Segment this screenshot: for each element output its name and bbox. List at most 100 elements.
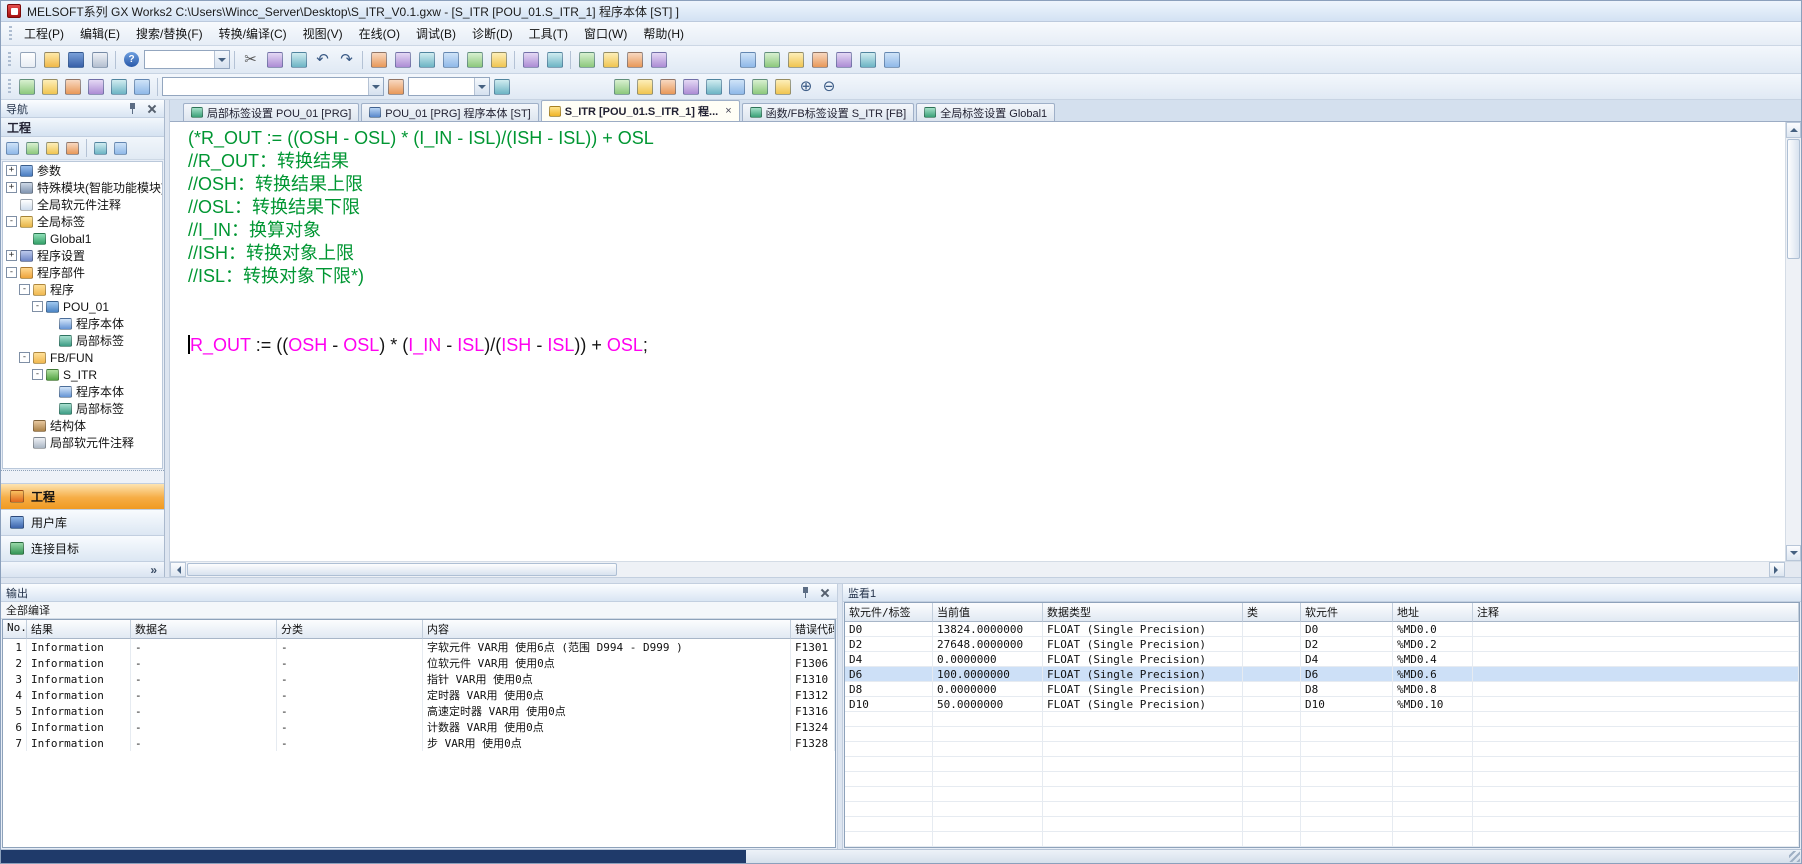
watch-stop-icon[interactable] [749,77,771,97]
tree-sort-icon[interactable] [23,139,42,158]
navigation-more-button[interactable]: » [1,561,164,577]
tree-item-pou[interactable]: -程序部件 [3,264,162,281]
bottom-splitter[interactable] [1,577,1801,584]
horizontal-scroll-track[interactable] [618,562,1769,577]
st-code-editor[interactable]: (*R_OUT := ((OSH - OSL) * (I_IN - ISL)/(… [170,122,1785,561]
nav-view-project[interactable]: 工程 [1,483,164,509]
watch-row[interactable]: D80.0000000FLOAT (Single Precision)D8%MD… [845,682,1799,697]
ladder-close-contact-icon[interactable] [391,49,414,71]
display-lock-icon[interactable] [772,77,794,97]
menu-view[interactable]: 视图(V) [295,22,351,45]
connection-window-icon[interactable] [62,77,84,97]
scroll-right-icon[interactable] [1769,562,1785,577]
plc-write-icon[interactable] [599,49,622,71]
cross-reference-window-icon[interactable] [108,77,130,97]
jump-icon[interactable] [491,77,513,97]
paste-icon[interactable] [287,49,310,71]
output-row[interactable]: 3Information--指针 VAR用 使用0点F1310 [3,671,835,687]
inline-st-icon[interactable] [832,49,855,71]
tree-refresh-icon[interactable] [63,139,82,158]
output-row[interactable]: 2Information--位软元件 VAR用 使用0点F1306 [3,655,835,671]
menu-help[interactable]: 帮助(H) [635,22,692,45]
tree-item-fbfun-folder[interactable]: -FB/FUN [3,349,162,366]
device-comment-display-icon[interactable] [784,49,807,71]
resize-grip-icon[interactable] [1789,851,1800,862]
horizontal-scroll-thumb[interactable] [187,563,617,576]
tree-item-sitr-local-label[interactable]: 局部标签 [3,400,162,417]
device-memory-icon[interactable] [519,49,542,71]
monitor-start-icon[interactable] [680,77,702,97]
output-column-header[interactable]: 结果 [27,620,131,639]
expand-icon[interactable]: + [6,182,17,193]
plc-read-icon[interactable] [575,49,598,71]
scroll-up-icon[interactable] [1786,122,1801,138]
label-editor-icon[interactable] [808,49,831,71]
tree-data-security-icon[interactable] [43,139,62,158]
vertical-scroll-thumb[interactable] [1787,139,1800,259]
output-column-header[interactable]: 内容 [423,620,791,639]
output-row[interactable]: 5Information--高速定时器 VAR用 使用0点F1316 [3,703,835,719]
output-row[interactable]: 7Information--步 VAR用 使用0点F1328 [3,735,835,751]
quick-access-combobox[interactable] [144,50,230,69]
editor-tab-0[interactable]: 局部标签设置 POU_01 [PRG] [183,103,359,121]
new-project-icon[interactable] [16,49,39,71]
menu-convert-compile[interactable]: 转换/编译(C) [211,22,295,45]
chevron-down-icon[interactable] [368,78,383,95]
device-display-mode-icon[interactable] [634,77,656,97]
read-mode-icon[interactable] [856,49,879,71]
close-icon[interactable] [144,102,159,116]
project-tree[interactable]: +参数+特殊模块(智能功能模块)全局软元件注释-全局标签Global1+程序设置… [2,161,163,469]
print-icon[interactable] [88,49,111,71]
tree-item-program-folder[interactable]: -程序 [3,281,162,298]
tree-item-s-itr[interactable]: -S_ITR [3,366,162,383]
editor-horizontal-scrollbar[interactable] [170,561,1801,577]
help-icon[interactable]: ? [120,49,143,71]
close-icon[interactable]: × [725,105,731,117]
ladder-vertical-line-icon[interactable] [487,49,510,71]
output-column-header[interactable]: 数据名 [131,620,277,639]
menu-debug[interactable]: 调试(B) [408,22,464,45]
find-device-icon[interactable] [385,77,407,97]
editor-tab-1[interactable]: POU_01 [PRG] 程序本体 [ST] [361,103,538,121]
watch-row[interactable]: D013824.0000000FLOAT (Single Precision)D… [845,622,1799,637]
note-display-icon[interactable] [760,49,783,71]
editor-tab-2[interactable]: S_ITR [POU_01.S_ITR_1] 程...× [541,100,740,121]
device-search-combobox[interactable] [162,77,384,96]
close-icon[interactable] [817,586,832,600]
redo-icon[interactable]: ↷ [335,49,358,71]
vertical-scroll-track[interactable] [1786,260,1801,545]
ladder-horizontal-line-icon[interactable] [463,49,486,71]
menu-project[interactable]: 工程(P) [16,22,72,45]
menu-find-replace[interactable]: 搜索/替换(F) [128,22,211,45]
watch-column-header[interactable]: 类 [1243,603,1301,622]
watch-column-header[interactable]: 注释 [1473,603,1799,622]
expand-icon[interactable]: + [6,250,17,261]
user-library-window-icon[interactable] [39,77,61,97]
collapse-icon[interactable]: - [19,352,30,363]
cut-icon[interactable]: ✂ [239,49,262,71]
scroll-left-icon[interactable] [170,562,186,577]
nav-view-user-library[interactable]: 用户库 [1,509,164,535]
monitor-stop-icon[interactable] [703,77,725,97]
copy-icon[interactable] [263,49,286,71]
watch-column-header[interactable]: 数据类型 [1043,603,1243,622]
collapse-icon[interactable]: - [32,301,43,312]
scroll-down-icon[interactable] [1786,545,1801,561]
watch-column-header[interactable]: 当前值 [933,603,1043,622]
output-row[interactable]: 6Information--计数器 VAR用 使用0点F1324 [3,719,835,735]
chevron-down-icon[interactable] [214,51,229,68]
output-window-icon[interactable] [85,77,107,97]
watch-start-icon[interactable] [726,77,748,97]
menu-tool[interactable]: 工具(T) [521,22,576,45]
statement-display-icon[interactable] [736,49,759,71]
project-window-icon[interactable] [16,77,38,97]
tree-scroll-strip[interactable] [1,470,164,483]
open-project-icon[interactable] [40,49,63,71]
watch-row[interactable]: D40.0000000FLOAT (Single Precision)D4%MD… [845,652,1799,667]
watch-window-icon[interactable] [131,77,153,97]
tree-menu-dropdown-icon[interactable] [111,139,130,158]
tree-item-global-device-comment[interactable]: 全局软元件注释 [3,196,162,213]
menu-window[interactable]: 窗口(W) [576,22,635,45]
ladder-application-instruction-icon[interactable] [439,49,462,71]
tree-item-pou-01[interactable]: -POU_01 [3,298,162,315]
